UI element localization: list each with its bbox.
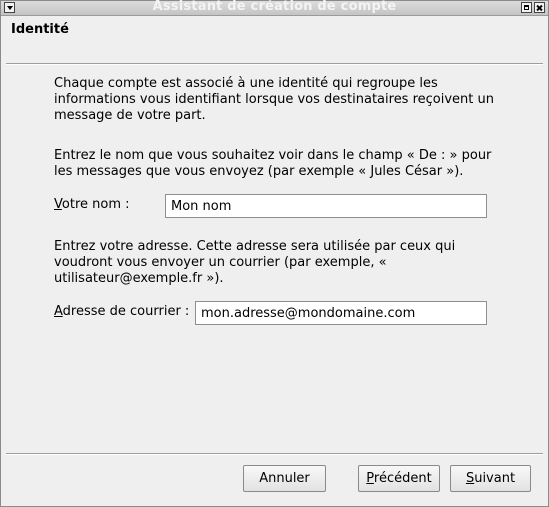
maximize-icon[interactable] xyxy=(521,2,532,13)
intro-text: Chaque compte est associé à une identité… xyxy=(54,76,495,123)
wizard-window: Assistant de création de compte Identité… xyxy=(0,0,549,507)
next-button[interactable]: Suivant xyxy=(450,465,531,492)
close-icon[interactable] xyxy=(534,2,545,13)
back-mnemonic: P xyxy=(366,471,374,486)
next-mnemonic: S xyxy=(465,471,475,486)
name-input[interactable] xyxy=(165,194,487,218)
name-instructions: Entrez le nom que vous souhaitez voir da… xyxy=(54,148,492,179)
name-label-text: otre nom : xyxy=(61,197,130,212)
next-label: uivant xyxy=(474,471,516,486)
email-instructions: Entrez votre adresse. Cette adresse sera… xyxy=(54,239,456,286)
back-label: récédent xyxy=(373,471,432,486)
cancel-button[interactable]: Annuler xyxy=(243,465,326,492)
name-label: Votre nom : xyxy=(54,197,130,213)
back-button[interactable]: Précédent xyxy=(358,465,440,492)
email-input[interactable] xyxy=(195,301,487,325)
email-label-text: dresse de courrier : xyxy=(62,304,190,319)
title-bar[interactable]: Assistant de création de compte xyxy=(1,0,548,16)
name-label-mnemonic: V xyxy=(54,197,62,212)
footer-divider xyxy=(6,453,543,455)
header-divider xyxy=(6,63,543,65)
email-label: Adresse de courrier : xyxy=(54,304,189,320)
window-title: Assistant de création de compte xyxy=(152,0,397,14)
page-title: Identité xyxy=(11,22,69,37)
email-label-mnemonic: A xyxy=(54,304,63,319)
